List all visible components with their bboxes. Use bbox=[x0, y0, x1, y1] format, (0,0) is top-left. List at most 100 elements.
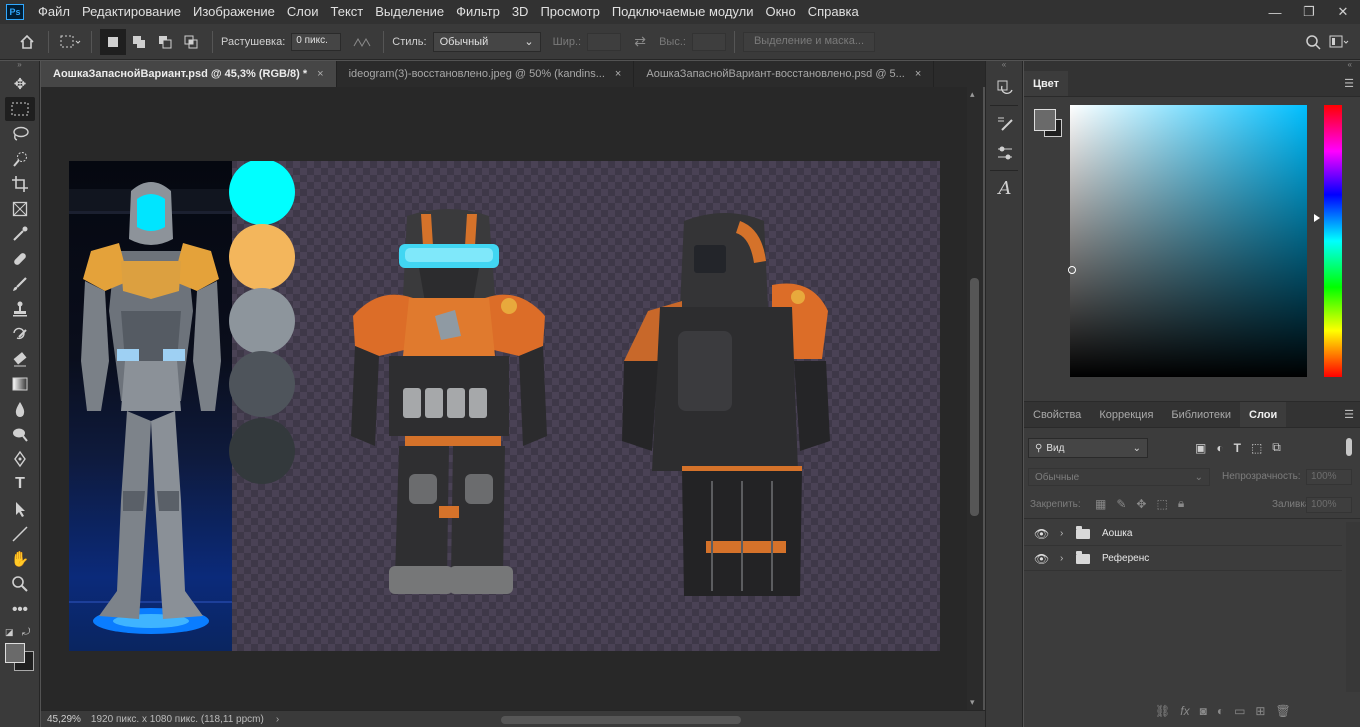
select-and-mask-button[interactable]: Выделение и маска... bbox=[742, 31, 876, 52]
eraser-tool-icon[interactable] bbox=[5, 347, 35, 371]
line-tool-icon[interactable] bbox=[5, 522, 35, 546]
color-picker-cursor[interactable] bbox=[1068, 266, 1076, 274]
adjustment-layer-filter-icon[interactable]: ◐ bbox=[1216, 441, 1223, 455]
move-tool-icon[interactable]: ✥ bbox=[5, 72, 35, 96]
tab-adjustments[interactable]: Коррекция bbox=[1090, 402, 1162, 427]
search-icon[interactable] bbox=[1300, 29, 1326, 55]
lasso-tool-icon[interactable] bbox=[5, 122, 35, 146]
brush-settings-panel-icon[interactable] bbox=[990, 110, 1020, 136]
scroll-down-icon[interactable]: ▾ bbox=[970, 697, 975, 708]
zoom-tool-icon[interactable] bbox=[5, 572, 35, 596]
swap-colors-icon[interactable]: ⤾ bbox=[22, 627, 30, 638]
layers-scrollbar[interactable] bbox=[1346, 522, 1360, 692]
layer-style-icon[interactable]: fx bbox=[1180, 704, 1189, 718]
adjustments-sliders-icon[interactable] bbox=[990, 140, 1020, 166]
foreground-color-chip[interactable] bbox=[1034, 109, 1056, 131]
new-layer-icon[interactable]: ⊞ bbox=[1255, 704, 1265, 718]
menu-window[interactable]: Окно bbox=[759, 0, 801, 24]
workspace-icon[interactable] bbox=[1326, 29, 1352, 55]
menu-select[interactable]: Выделение bbox=[369, 0, 450, 24]
menu-3d[interactable]: 3D bbox=[506, 0, 535, 24]
tab-layers[interactable]: Слои bbox=[1240, 402, 1287, 427]
feather-input[interactable]: 0 пикс. bbox=[291, 32, 342, 51]
foreground-color-swatch[interactable] bbox=[5, 643, 25, 663]
swap-dimensions-icon[interactable]: ⇄ bbox=[627, 29, 653, 55]
tab-properties[interactable]: Свойства bbox=[1024, 402, 1090, 427]
new-group-icon[interactable]: ▭ bbox=[1234, 704, 1245, 718]
horizontal-scrollbar[interactable] bbox=[341, 714, 981, 724]
default-colors-icon[interactable]: ◪ bbox=[5, 627, 14, 638]
panel-menu-icon[interactable]: ☰ bbox=[1344, 408, 1354, 421]
blur-tool-icon[interactable] bbox=[5, 397, 35, 421]
tab-libraries[interactable]: Библиотеки bbox=[1162, 402, 1240, 427]
crop-tool-icon[interactable] bbox=[5, 172, 35, 196]
layer-filter-select[interactable]: ⚲ Вид ⌄ bbox=[1028, 438, 1148, 458]
intersect-selection-icon[interactable] bbox=[178, 29, 204, 55]
close-button[interactable]: ✕ bbox=[1326, 0, 1360, 24]
type-layer-filter-icon[interactable]: T bbox=[1234, 441, 1241, 455]
shape-layer-filter-icon[interactable]: ⬚ bbox=[1251, 441, 1262, 455]
marquee-preset-icon[interactable] bbox=[57, 29, 83, 55]
dodge-tool-icon[interactable] bbox=[5, 422, 35, 446]
add-mask-icon[interactable]: ◙ bbox=[1200, 704, 1207, 718]
glyphs-panel-icon[interactable]: A bbox=[990, 175, 1020, 201]
height-input[interactable] bbox=[691, 32, 726, 51]
tab-document-2[interactable]: ideogram(3)-восстановлено.jpeg @ 50% (ka… bbox=[337, 61, 635, 87]
lock-image-pixels-icon[interactable]: ✎ bbox=[1116, 497, 1126, 511]
vertical-scroll-thumb[interactable] bbox=[970, 278, 979, 516]
tab-color[interactable]: Цвет bbox=[1024, 71, 1069, 96]
scroll-up-icon[interactable]: ▴ bbox=[970, 89, 975, 100]
menu-plugins[interactable]: Подключаемые модули bbox=[606, 0, 760, 24]
more-tools-icon[interactable]: ••• bbox=[5, 597, 35, 621]
visibility-eye-icon[interactable]: 👁︎ bbox=[1034, 527, 1050, 541]
brush-tool-icon[interactable] bbox=[5, 272, 35, 296]
menu-image[interactable]: Изображение bbox=[187, 0, 281, 24]
clone-stamp-tool-icon[interactable] bbox=[5, 297, 35, 321]
smart-object-filter-icon[interactable]: ⧉ bbox=[1272, 440, 1281, 455]
blend-mode-select[interactable]: Обычные ⌄ bbox=[1028, 468, 1210, 486]
lock-artboard-icon[interactable]: ⬚ bbox=[1156, 497, 1167, 511]
fill-input[interactable]: 100% bbox=[1306, 497, 1352, 513]
hue-slider[interactable] bbox=[1324, 105, 1342, 377]
zoom-level[interactable]: 45,29% bbox=[47, 714, 81, 725]
width-input[interactable] bbox=[587, 32, 622, 51]
healing-brush-tool-icon[interactable] bbox=[5, 247, 35, 271]
menu-help[interactable]: Справка bbox=[802, 0, 865, 24]
add-selection-icon[interactable] bbox=[126, 29, 152, 55]
panel-menu-icon[interactable]: ☰ bbox=[1344, 77, 1354, 90]
lock-transparent-pixels-icon[interactable]: ▦ bbox=[1095, 497, 1106, 511]
new-selection-icon[interactable] bbox=[100, 28, 126, 55]
menu-file[interactable]: Файл bbox=[32, 0, 76, 24]
hand-tool-icon[interactable]: ✋ bbox=[5, 547, 35, 571]
pixel-layer-filter-icon[interactable]: ▣ bbox=[1195, 441, 1206, 455]
link-layers-icon[interactable]: ⛓︎ bbox=[1155, 704, 1170, 718]
pen-tool-icon[interactable] bbox=[5, 447, 35, 471]
restore-button[interactable]: ❐ bbox=[1292, 0, 1326, 24]
minimize-button[interactable]: — bbox=[1258, 0, 1292, 24]
tab-close-icon[interactable]: × bbox=[615, 68, 621, 80]
horizontal-scroll-thumb[interactable] bbox=[501, 716, 741, 724]
subtract-selection-icon[interactable] bbox=[152, 29, 178, 55]
panel-grip-icon[interactable]: » bbox=[0, 61, 39, 71]
visibility-eye-icon[interactable]: 👁︎ bbox=[1034, 552, 1050, 566]
menu-view[interactable]: Просмотр bbox=[534, 0, 605, 24]
new-adjustment-layer-icon[interactable]: ◐ bbox=[1217, 704, 1224, 718]
filter-toggle[interactable] bbox=[1346, 438, 1352, 456]
lock-all-icon[interactable]: 🔒︎ bbox=[1178, 496, 1184, 511]
delete-layer-icon[interactable]: 🗑︎ bbox=[1275, 704, 1290, 718]
frame-tool-icon[interactable] bbox=[5, 197, 35, 221]
tab-document-3[interactable]: АошкаЗапаснойВариант-восстановлено.psd @… bbox=[634, 61, 935, 87]
color-picker-field[interactable] bbox=[1070, 105, 1307, 377]
history-panel-icon[interactable] bbox=[990, 75, 1020, 101]
chevron-right-icon[interactable]: › bbox=[1060, 528, 1072, 539]
path-selection-tool-icon[interactable] bbox=[5, 497, 35, 521]
menu-type[interactable]: Текст bbox=[325, 0, 370, 24]
marquee-tool-icon[interactable] bbox=[5, 97, 35, 121]
anti-alias-icon[interactable] bbox=[349, 29, 375, 55]
layer-row[interactable]: 👁︎ › Аошка bbox=[1024, 522, 1342, 546]
style-select[interactable]: Обычный ⌄ bbox=[432, 31, 541, 52]
home-icon[interactable] bbox=[14, 29, 40, 55]
eyedropper-tool-icon[interactable] bbox=[5, 222, 35, 246]
status-menu-arrow-icon[interactable]: › bbox=[276, 714, 279, 725]
layer-row[interactable]: 👁︎ › Референс bbox=[1024, 547, 1342, 571]
